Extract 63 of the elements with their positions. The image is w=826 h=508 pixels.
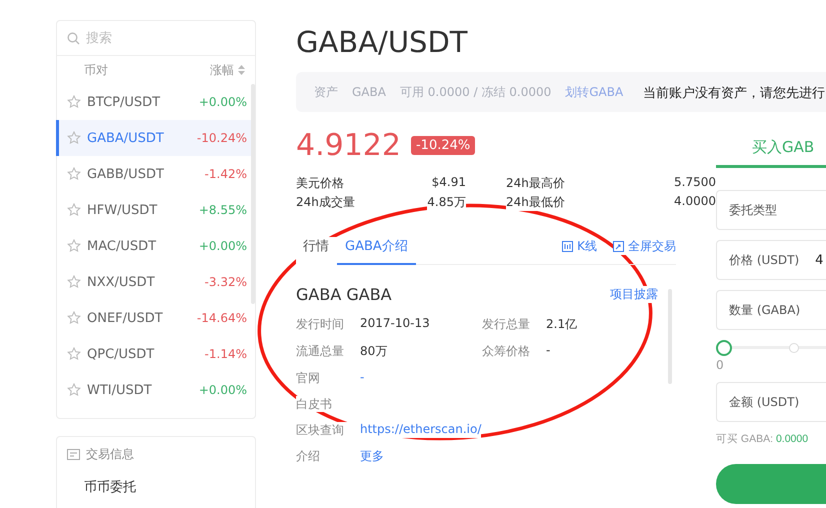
price-change: +0.00% [198, 239, 247, 253]
info-value: 80万 [360, 343, 388, 360]
tab[interactable]: 行情 [296, 237, 337, 265]
price-change: -3.32% [204, 275, 247, 289]
order-field[interactable]: 价格 (USDT) 4 [716, 240, 826, 280]
amount-field[interactable]: 金额 (USDT) [716, 382, 826, 422]
pair-row[interactable]: HFW/USDT +8.55% [56, 192, 255, 228]
pair-row[interactable]: MAC/USDT +0.00% [56, 228, 255, 264]
notice-text: 当前账户没有资产，请您先进行 [643, 85, 825, 102]
price-change: -1.14% [204, 347, 247, 361]
pair-row[interactable]: WTI/USDT +0.00% [56, 372, 255, 408]
price-change: -1.42% [204, 167, 247, 181]
available-label: 可买 GABA: [716, 433, 774, 445]
slider-label: 0 [716, 358, 724, 372]
price-change: +0.00% [198, 95, 247, 109]
asset-text: 可用 0.0000 / 冻结 0.0000 [400, 84, 552, 100]
pair-name: NXX/USDT [87, 274, 155, 290]
order-field[interactable]: 数量 (GABA) [716, 290, 826, 330]
link[interactable]: https://etherscan.io/ [360, 422, 482, 438]
price-change: -10.24% [196, 131, 247, 145]
last-price: 4.9122 [296, 128, 401, 163]
stat-label: 24h成交量 [296, 194, 355, 211]
coin-name: GABA GABA [296, 285, 392, 304]
field-label: 数量 (GABA) [729, 302, 800, 318]
price-change: +8.55% [198, 203, 247, 217]
field-value: 4 [815, 252, 824, 268]
field-label: 金额 (USDT) [729, 394, 800, 410]
price-change: +0.00% [198, 383, 247, 397]
menu-item[interactable]: 币币委托 [84, 480, 136, 495]
pair-name: QPC/USDT [87, 346, 154, 362]
pair-name: MAC/USDT [87, 238, 156, 254]
pair-row[interactable]: NXX/USDT -3.32% [56, 264, 255, 300]
pair-name: GABB/USDT [87, 166, 164, 182]
pair-row[interactable]: ONEF/USDT -14.64% [56, 300, 255, 336]
info-value: 2.1亿 [546, 316, 578, 333]
pair-name: WTI/USDT [87, 382, 152, 398]
info-label: 区块查询 [296, 422, 360, 438]
column-header: 币对 [84, 62, 108, 78]
pair-name: GABA/USDT [87, 130, 164, 146]
field-label: 价格 (USDT) [729, 252, 800, 268]
stat-label: 24h最低价 [506, 194, 565, 211]
fullscreen-link[interactable]: 全屏交易 [628, 238, 676, 255]
stat-value: 4.85万 [427, 194, 466, 211]
stat-label: 美元价格 [296, 175, 344, 192]
disclosure-link[interactable]: 项目披露 [610, 286, 658, 303]
pair-row[interactable]: GABB/USDT -1.42% [56, 156, 255, 192]
asset-text: GABA [352, 85, 386, 99]
change-badge: -10.24% [410, 136, 476, 155]
tab[interactable]: GABA介绍 [337, 237, 416, 265]
available-value: 0.0000 [776, 433, 808, 445]
price-change: -14.64% [196, 311, 247, 325]
stat-label: 24h最高价 [506, 175, 565, 192]
pair-title: GABA/USDT [296, 24, 468, 60]
pair-row[interactable]: QPC/USDT -1.14% [56, 336, 255, 372]
pair-row[interactable]: BTCP/USDT +0.00% [56, 84, 255, 120]
pair-name: BTCP/USDT [87, 94, 160, 110]
card-title: 交易信息 [86, 446, 134, 463]
field-label: 委托类型 [729, 202, 777, 218]
pair-name: HFW/USDT [87, 202, 158, 218]
order-field[interactable]: 委托类型 [716, 190, 826, 230]
link[interactable]: 更多 [360, 448, 384, 464]
asset-text: 资产 [314, 84, 338, 100]
pair-name: ONEF/USDT [87, 310, 163, 326]
